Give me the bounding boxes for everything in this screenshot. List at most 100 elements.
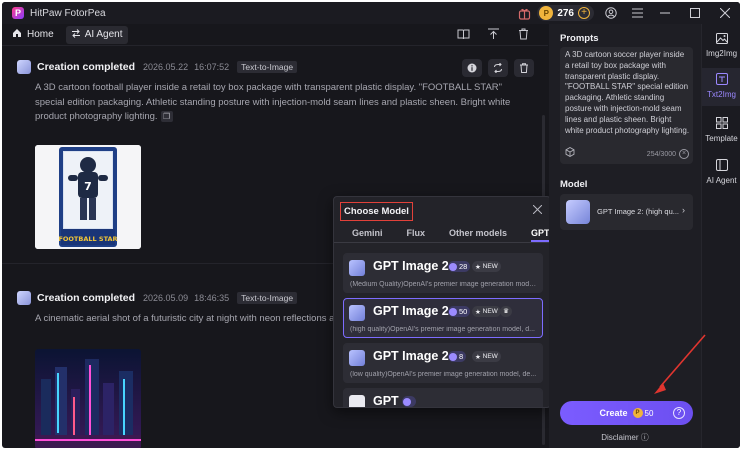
ai-enhance-icon[interactable]	[565, 146, 575, 159]
copy-icon[interactable]: ❐	[160, 110, 173, 122]
model-desc: (high quality)OpenAI's premier image gen…	[350, 326, 535, 333]
book-icon[interactable]	[456, 27, 470, 41]
model-icon	[566, 200, 590, 224]
info-button[interactable]	[462, 59, 482, 77]
nav-label: Img2Img	[705, 49, 738, 58]
card-date: 2026.05.22	[143, 62, 189, 72]
maximize-icon[interactable]	[680, 2, 710, 24]
model-label: Model	[560, 179, 588, 190]
generated-image-toy-box[interactable]: 7 FOOTBALL STAR	[35, 145, 141, 249]
tab-gpt[interactable]: GPT	[531, 225, 550, 242]
home-icon	[12, 28, 22, 41]
close-icon[interactable]	[532, 203, 543, 217]
model-select[interactable]: GPT Image 2: (high qu... ›	[560, 194, 693, 230]
ai-agent-icon	[702, 159, 740, 174]
create-label: Create	[599, 408, 628, 418]
text-image-icon	[702, 73, 740, 88]
prompt-input[interactable]: A 3D cartoon soccer player inside a reta…	[560, 47, 693, 164]
generated-image-city[interactable]	[35, 349, 141, 448]
model-name: GPT Image 2	[373, 304, 449, 318]
model-cost	[402, 396, 416, 407]
tab-other-models[interactable]: Other models	[449, 225, 507, 242]
regenerate-button[interactable]	[488, 59, 508, 77]
disclaimer-link[interactable]: Disclaimer ⓘ	[549, 432, 701, 443]
card-tag: Text-to-Image	[237, 292, 298, 304]
delete-button[interactable]	[514, 59, 534, 77]
model-icon	[349, 260, 365, 276]
ai-agent-tab[interactable]: AI Agent	[65, 25, 128, 44]
app-logo: P	[12, 7, 24, 19]
menu-icon[interactable]	[630, 6, 644, 20]
side-nav: Img2Img Txt2Img Template AI Agent	[701, 24, 740, 448]
generation-panel: Prompts A 3D cartoon soccer player insid…	[549, 24, 701, 448]
card-date: 2026.05.09	[143, 293, 189, 303]
prompts-label: Prompts	[560, 33, 599, 44]
nav-label: Template	[705, 134, 738, 143]
card-title: Creation completed	[37, 61, 136, 73]
new-badge: ★ NEW	[472, 351, 501, 362]
gift-icon[interactable]	[517, 6, 531, 20]
model-desc: (Medium Quality)OpenAI's premier image g…	[350, 281, 540, 288]
nav-template[interactable]: Template	[702, 114, 740, 148]
model-option-gpt[interactable]: GPT	[343, 388, 543, 407]
card-time: 16:07:52	[194, 62, 230, 72]
info-icon: ⓘ	[640, 433, 649, 442]
card-prompt-text: A cinematic aerial shot of a futuristic …	[35, 313, 345, 324]
image-icon	[702, 33, 740, 47]
home-label: Home	[27, 29, 54, 40]
user-icon[interactable]	[604, 6, 618, 20]
model-desc: (low quality)OpenAI's premier image gene…	[350, 371, 537, 378]
credit-dot-icon	[449, 352, 457, 361]
chevron-right-icon: ›	[682, 205, 685, 215]
upload-icon[interactable]	[486, 27, 500, 41]
model-avatar	[17, 291, 31, 305]
crown-icon: ♛	[500, 306, 512, 317]
toolbar: Home AI Agent	[2, 24, 548, 46]
card-tag: Text-to-Image	[237, 61, 298, 73]
tab-gemini[interactable]: Gemini	[352, 225, 383, 242]
openai-icon	[349, 395, 365, 407]
model-option-high[interactable]: GPT Image 2 50 ★ NEW ♛ (high quality)Ope…	[343, 298, 543, 338]
card-title: Creation completed	[37, 292, 136, 304]
prompt-text[interactable]: A 3D cartoon soccer player inside a reta…	[565, 50, 690, 136]
app-title: HitPaw FotorPea	[30, 7, 106, 19]
nav-img2img[interactable]: Img2Img	[702, 30, 740, 64]
nav-txt2img[interactable]: Txt2Img	[702, 68, 740, 106]
jersey-number: 7	[84, 180, 92, 193]
template-icon	[702, 117, 740, 132]
model-cost: 8	[448, 351, 467, 362]
home-button[interactable]: Home	[12, 28, 54, 41]
trash-icon[interactable]	[516, 27, 530, 41]
tab-flux[interactable]: Flux	[407, 225, 426, 242]
create-button[interactable]: Create P 50 ?	[560, 401, 693, 425]
model-option-medium[interactable]: GPT Image 2 28 ★ NEW (Medium Quality)Ope…	[343, 253, 543, 293]
selected-model-name: GPT Image 2: (high qu...	[597, 207, 679, 216]
app-window: P HitPaw FotorPea P 276 + Home AI Agent …	[2, 2, 740, 448]
clear-icon[interactable]: ×	[679, 149, 689, 159]
popup-title: Choose Model	[340, 202, 413, 221]
nav-ai-agent[interactable]: AI Agent	[702, 156, 740, 190]
credit-dot-icon	[449, 262, 457, 271]
char-count: 254/3000	[646, 151, 676, 158]
credits-count: 276	[557, 7, 574, 19]
swap-icon	[71, 28, 81, 41]
card-prompt-text: A 3D cartoon football player inside a re…	[35, 82, 511, 122]
title-bar: P HitPaw FotorPea P 276 +	[2, 2, 740, 24]
model-option-low[interactable]: GPT Image 2 8 ★ NEW (low quality)OpenAI'…	[343, 343, 543, 383]
model-cost: 50	[448, 306, 471, 317]
model-name: GPT Image 2	[373, 259, 449, 273]
model-icon	[349, 350, 365, 366]
close-window-icon[interactable]	[710, 2, 740, 24]
coin-icon: P	[539, 6, 554, 20]
model-cost: 28	[448, 261, 471, 272]
add-credits-icon[interactable]: +	[578, 7, 590, 19]
new-badge: ★ NEW	[472, 306, 501, 317]
card-time: 18:46:35	[194, 293, 230, 303]
nav-label: AI Agent	[706, 176, 737, 185]
model-tabs: Gemini Flux Other models GPT	[334, 225, 550, 243]
help-icon[interactable]: ?	[673, 407, 685, 419]
credits-pill[interactable]: P 276 +	[537, 5, 594, 21]
credit-dot-icon	[403, 397, 411, 406]
coin-icon: P	[632, 408, 643, 418]
minimize-icon[interactable]	[650, 2, 680, 24]
